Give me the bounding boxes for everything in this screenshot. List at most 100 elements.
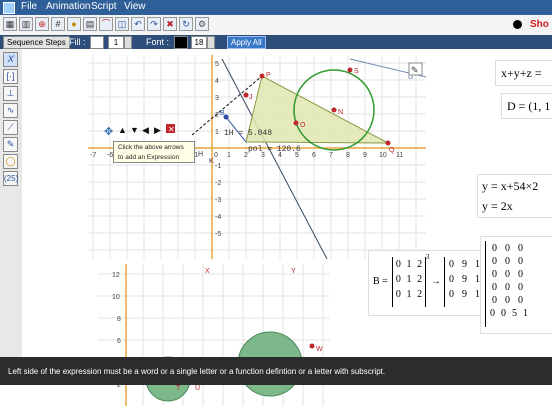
point-q[interactable] [385, 140, 391, 146]
expression-box[interactable]: D = (1, 1 [501, 93, 552, 119]
bar-chart-icon[interactable]: ▥ [19, 17, 33, 31]
record-icon[interactable] [513, 20, 522, 29]
color-icon[interactable]: ● [67, 17, 81, 31]
apply-all-button[interactable]: Apply All [227, 36, 266, 49]
y-tick: 10 [112, 294, 120, 301]
target-icon[interactable]: ⊕ [35, 17, 49, 31]
font-stepper[interactable] [207, 36, 215, 49]
y-tick: 8 [117, 316, 121, 323]
show-label[interactable]: Sho [530, 19, 549, 30]
menu-animation[interactable]: Animation [46, 1, 90, 12]
select-tool-icon[interactable]: 𝑋 [3, 52, 18, 67]
tooltip: Click the above arrows to add an Express… [113, 141, 195, 163]
undo-icon[interactable]: ↶ [131, 17, 145, 31]
m3-cell: 1 [523, 308, 528, 319]
m1-cell: 1 [406, 259, 412, 270]
m1-cell: 0 [395, 259, 401, 270]
sequence-steps-button[interactable]: Sequence Steps [3, 36, 70, 49]
arc-icon[interactable]: ⌒ [99, 17, 113, 31]
line-tool-icon[interactable]: ⟋ [3, 120, 18, 135]
m3-cell: 0 [490, 308, 495, 319]
delete-icon[interactable]: ✖ [163, 17, 177, 31]
font-color-swatch[interactable] [174, 36, 188, 49]
axes-tool-icon[interactable]: ⊥ [3, 86, 18, 101]
m3-cell: 0 [518, 269, 523, 280]
point-o[interactable] [293, 120, 299, 126]
fill-color-swatch[interactable] [90, 36, 104, 49]
point-n[interactable] [331, 107, 337, 113]
graph-icon[interactable]: ▦ [3, 17, 17, 31]
fill-label: Fill : [69, 37, 86, 47]
matrix-expression[interactable]: B = 012 012 012 3 → 0918 0918 0918 [368, 250, 494, 316]
m3-cell: 5 [512, 308, 517, 319]
arrow-icon: → [431, 276, 441, 287]
icon-toolbar: ▦ ▥ ⊕ # ● ▤ ⌒ ◫ ↶ ↷ ✖ ↻ ⚙ Sho [0, 15, 552, 36]
x-tick: 0 [214, 152, 218, 159]
point-j[interactable] [243, 92, 249, 98]
chart-icon[interactable]: ◫ [115, 17, 129, 31]
x-tick: 7 [329, 152, 333, 159]
x-tick: 9 [363, 152, 367, 159]
refresh-icon[interactable]: ↻ [179, 17, 193, 31]
grid-icon[interactable]: # [51, 17, 65, 31]
m1-cell: 0 [395, 289, 401, 300]
m3-cell: 0 [492, 295, 497, 306]
x-tick: 10 [379, 152, 387, 159]
settings-icon[interactable]: ⚙ [195, 17, 209, 31]
m2-cell: 0 [449, 289, 454, 300]
y-tick: 12 [112, 272, 120, 279]
fill-stepper[interactable] [124, 36, 132, 49]
histogram-icon[interactable]: ▤ [83, 17, 97, 31]
m3-cell: 0 [518, 295, 523, 306]
format-toolbar: Sequence Steps Fill : 1 Font : 18 Apply … [0, 35, 552, 49]
redo-icon[interactable]: ↷ [147, 17, 161, 31]
y-tick: -1 [215, 163, 221, 170]
fill-value-field[interactable]: 1 [108, 36, 124, 49]
m2-cell: 0 [449, 259, 454, 270]
label-j: J [249, 94, 253, 101]
measure-text: 1H = 5.048 [224, 129, 272, 138]
plot-tool-icon[interactable]: ∿ [3, 103, 18, 118]
m3-cell: 0 [518, 256, 523, 267]
point-p[interactable] [259, 73, 265, 79]
point-w[interactable] [309, 343, 315, 349]
font-size-field[interactable]: 18 [191, 36, 207, 49]
point-s[interactable] [347, 67, 353, 73]
pen-tool-icon[interactable]: ✎ [3, 137, 18, 152]
x-tick: 8 [346, 152, 350, 159]
m3-cell: 0 [492, 256, 497, 267]
label-p: P [266, 72, 271, 79]
m3-cell: 0 [505, 256, 510, 267]
arrow-up-icon[interactable]: ▲ [118, 125, 127, 135]
status-bar: Left side of the expression must be a wo… [0, 357, 552, 385]
tooltip-line: to add an Expression [118, 154, 180, 161]
m3-cell: 0 [518, 282, 523, 293]
arrow-down-icon[interactable]: ▼ [130, 125, 139, 135]
app-logo-icon [3, 2, 15, 14]
m1-cell: 1 [406, 274, 412, 285]
arrow-right-icon[interactable]: ▶ [154, 125, 161, 135]
m3-cell: 0 [492, 269, 497, 280]
menu-view[interactable]: View [124, 1, 146, 12]
arrow-left-icon[interactable]: ◀ [142, 125, 149, 135]
matrix-m1: 012 012 012 [392, 257, 426, 307]
x-tick: 6 [312, 152, 316, 159]
label-t: T [176, 385, 181, 392]
bracket-tool-icon[interactable]: [·] [3, 69, 18, 84]
label-b: B [220, 110, 225, 117]
expression-box[interactable]: x+y+z = [495, 60, 552, 86]
matrix-expression-partial[interactable]: 000 000 000 000 000 0051 [480, 236, 552, 334]
menu-script[interactable]: Script [91, 1, 117, 12]
expression-box[interactable]: y = x+54×2 y = 2x [477, 174, 552, 218]
m3-cell: 0 [501, 308, 506, 319]
measure-text: pol = 120.6 [248, 145, 301, 154]
number-tool-icon[interactable]: (25) [3, 171, 18, 186]
m1-cell: 2 [417, 274, 423, 285]
menu-file[interactable]: File [21, 1, 37, 12]
label-s: S [354, 68, 359, 75]
m3-cell: 0 [518, 243, 523, 254]
circle-tool-icon[interactable]: ◯ [3, 154, 18, 169]
m1-cell: 2 [417, 289, 423, 300]
workspace-canvas[interactable]: -7 -6 -5 -4 -3 -2 -1 0 1 2 3 4 5 6 7 8 9… [22, 49, 552, 406]
move-handle-icon[interactable]: ✥ [104, 126, 113, 138]
